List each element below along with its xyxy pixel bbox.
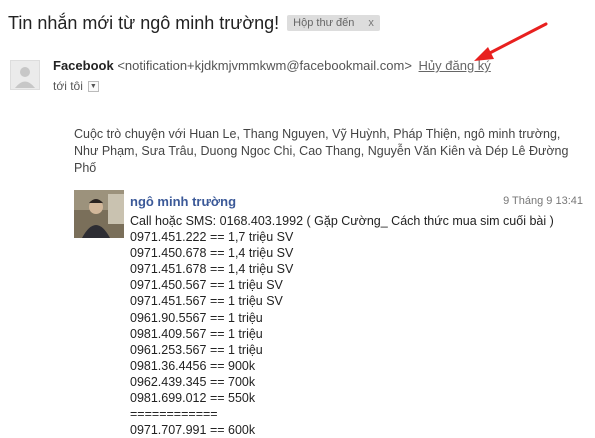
message-line: ============ [130, 407, 218, 422]
message-line: 0971.707.991 == 600k [130, 423, 256, 438]
sender-email: <notification+kjdkmjvmmkwm@facebookmail.… [117, 58, 412, 73]
message-line: 0961.253.567 == 1 triệu [130, 342, 263, 357]
sender-name[interactable]: Facebook [53, 58, 114, 73]
recipient-line: tới tôi ▼ [53, 79, 99, 93]
sender-line: Facebook <notification+kjdkmjvmmkwm@face… [53, 58, 491, 73]
message-line: 0961.90.5567 == 1 triệu [130, 310, 263, 325]
default-avatar-icon [11, 61, 39, 89]
message-line: 0971.451.222 == 1,7 triệu SV [130, 230, 294, 245]
message-line: Call hoặc SMS: 0168.403.1992 ( Gặp Cường… [130, 214, 554, 228]
remove-label-button[interactable]: x [368, 17, 374, 29]
message-body: Call hoặc SMS: 0168.403.1992 ( Gặp Cường… [130, 213, 585, 438]
inbox-label-text: Hộp thư đến [293, 17, 355, 29]
inbox-label-chip[interactable]: Hộp thư đến x [287, 15, 380, 31]
message-line: 0971.451.567 == 1 triệu SV [130, 294, 283, 309]
email-subject: Tin nhắn mới từ ngô minh trường! [8, 12, 280, 33]
conversation-participants: Cuộc trò chuyện với Huan Le, Thang Nguye… [74, 127, 569, 175]
chevron-down-icon: ▼ [89, 82, 97, 90]
message-line: 0971.450.678 == 1,4 triệu SV [130, 246, 294, 261]
author-avatar[interactable] [74, 190, 124, 238]
message-line: 0981.409.567 == 1 triệu [130, 326, 263, 341]
message-line: 0981.699.012 == 550k [130, 391, 256, 406]
message-author[interactable]: ngô minh trường [130, 194, 236, 209]
recipient-details-dropdown[interactable]: ▼ [87, 80, 99, 92]
sender-avatar [10, 60, 40, 90]
message-line: 0971.451.678 == 1,4 triệu SV [130, 262, 294, 277]
message-line: 0971.450.567 == 1 triệu SV [130, 278, 283, 293]
unsubscribe-link[interactable]: Hủy đăng ký [419, 58, 491, 73]
message-line: 0981.36.4456 == 900k [130, 358, 256, 373]
message-line: 0962.439.345 == 700k [130, 374, 256, 389]
subject-row: Tin nhắn mới từ ngô minh trường! Hộp thư… [8, 10, 380, 36]
message-date: 9 Tháng 9 13:41 [503, 195, 583, 207]
author-photo-icon [74, 190, 124, 238]
recipient-text: tới tôi [53, 79, 83, 93]
